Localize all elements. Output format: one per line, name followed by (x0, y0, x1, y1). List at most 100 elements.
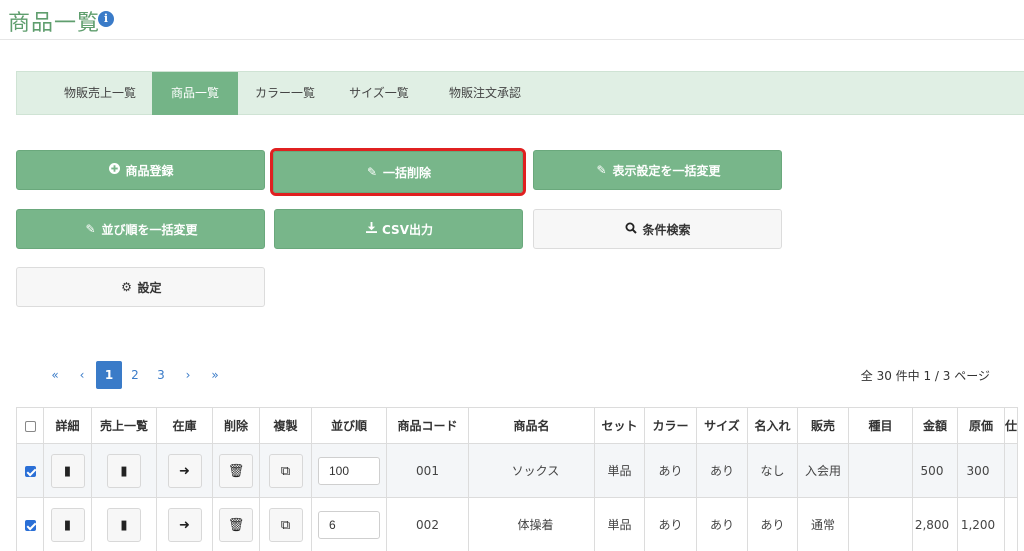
csv-export-label: CSV出力 (382, 222, 433, 237)
event-cell (848, 497, 913, 551)
tab-color-list[interactable]: カラー一覧 (243, 72, 327, 115)
bulk-delete-label: 一括削除 (382, 165, 431, 180)
download-icon (364, 222, 378, 236)
table-row: ▮ ▮ ➜ 🗑 ⧉ 001 ソックス 単品 あり あり なし 入会用 500 3… (16, 443, 1019, 498)
code-cell: 002 (386, 497, 469, 551)
column-header: カラー (644, 407, 697, 444)
stock-button[interactable]: ➜ (167, 453, 202, 488)
order-cell (311, 443, 387, 498)
bulk-order-change-button[interactable]: ✎ 並び順を一括変更 (16, 209, 265, 249)
arrow-right-icon: ➜ (179, 463, 190, 479)
detail-button[interactable]: ▮ (50, 453, 85, 488)
page-header: 商品一覧 i (0, 0, 1024, 40)
condition-search-button[interactable]: 条件検索 (533, 209, 782, 249)
gear-icon: ⚙ (121, 280, 132, 294)
info-icon[interactable]: i (98, 11, 114, 27)
column-header: セット (594, 407, 645, 444)
product-table: 詳細 売上一覧 在庫 削除 複製 並び順 商品コード 商品名 セット カラー サ… (16, 407, 1019, 551)
tab-sales-list[interactable]: 物販売上一覧 (45, 72, 155, 115)
sales-list-button[interactable]: ▮ (107, 453, 141, 488)
csv-export-button[interactable]: CSV出力 (274, 209, 523, 249)
sales-list-button[interactable]: ▮ (107, 507, 141, 542)
document-icon: ▮ (63, 463, 72, 479)
register-product-button[interactable]: 商品登録 (16, 150, 265, 190)
pencil-icon: ✎ (366, 165, 378, 179)
delete-button[interactable]: 🗑 (219, 453, 253, 488)
pagination-summary: 全 30 件中 1 / 3 ページ (860, 369, 990, 383)
page-title: 商品一覧 (8, 11, 101, 36)
column-header: 仕 (1003, 407, 1019, 444)
color-cell: あり (644, 443, 697, 498)
order-input[interactable] (318, 510, 380, 539)
row-checkbox[interactable] (24, 465, 36, 477)
bulk-order-change-label: 並び順を一括変更 (101, 222, 198, 237)
bulk-display-setting-button[interactable]: ✎ 表示設定を一括変更 (533, 150, 782, 190)
stock-cell: ➜ (156, 497, 213, 551)
trash-icon: 🗑 (227, 517, 245, 533)
column-header: 金額 (912, 407, 958, 444)
column-header: 原価 (957, 407, 1005, 444)
pagination-last[interactable]: » (202, 361, 228, 389)
table-row: ▮ ▮ ➜ 🗑 ⧉ 002 体操着 単品 あり あり あり 通常 2,800 1… (16, 497, 1019, 551)
pagination-next[interactable]: › (175, 361, 201, 389)
tab-order-approval[interactable]: 物販注文承認 (435, 72, 535, 115)
price-cell: 500 (912, 443, 958, 498)
sales-list-cell: ▮ (91, 497, 157, 551)
pagination-prev[interactable]: ‹ (69, 361, 95, 389)
stock-button[interactable]: ➜ (167, 507, 202, 542)
delete-cell: 🗑 (212, 497, 260, 551)
set-cell: 単品 (594, 443, 645, 498)
size-cell: あり (696, 443, 748, 498)
pagination-page-2[interactable]: 2 (122, 361, 148, 389)
tab-product-list[interactable]: 商品一覧 (152, 72, 238, 115)
copy-cell: ⧉ (259, 497, 312, 551)
sales-list-cell: ▮ (91, 443, 157, 498)
copy-icon: ⧉ (280, 463, 291, 479)
column-header: 詳細 (43, 407, 92, 444)
cost-cell: 300 (957, 443, 1005, 498)
color-cell: あり (644, 497, 697, 551)
column-header: 販売 (797, 407, 849, 444)
pencil-icon: ✎ (596, 163, 607, 177)
pagination-page-3[interactable]: 3 (148, 361, 174, 389)
column-header: 在庫 (156, 407, 213, 444)
document-icon: ▮ (120, 463, 128, 479)
sale-cell: 通常 (797, 497, 849, 551)
name-cell: 体操着 (468, 497, 595, 551)
search-icon (624, 222, 638, 237)
delete-cell: 🗑 (212, 443, 260, 498)
copy-icon: ⧉ (280, 517, 291, 533)
bulk-delete-button[interactable]: ✎ 一括削除 (270, 148, 526, 196)
pagination-first[interactable]: « (42, 361, 68, 389)
select-all-checkbox[interactable] (24, 420, 36, 432)
event-cell (848, 443, 913, 498)
condition-search-label: 条件検索 (642, 222, 691, 237)
column-header: 種目 (848, 407, 913, 444)
select-all-cell (16, 407, 44, 444)
naire-cell: なし (747, 443, 798, 498)
copy-cell: ⧉ (259, 443, 312, 498)
settings-button[interactable]: ⚙ 設定 (16, 267, 265, 307)
trash-icon: 🗑 (227, 463, 245, 479)
column-header: 商品名 (468, 407, 595, 444)
settings-label: 設定 (137, 280, 162, 295)
row-select-cell (16, 443, 44, 498)
cost-cell: 1,200 (957, 497, 1005, 551)
size-cell: あり (696, 497, 748, 551)
extra-cell (1003, 443, 1019, 498)
stock-cell: ➜ (156, 443, 213, 498)
copy-button[interactable]: ⧉ (268, 453, 303, 488)
tab-size-list[interactable]: サイズ一覧 (337, 72, 421, 115)
pagination-page-1[interactable]: 1 (96, 361, 122, 389)
column-header: 名入れ (747, 407, 798, 444)
table-header-row: 詳細 売上一覧 在庫 削除 複製 並び順 商品コード 商品名 セット カラー サ… (16, 407, 1019, 444)
order-input[interactable] (318, 456, 380, 485)
delete-button[interactable]: 🗑 (219, 507, 253, 542)
arrow-right-icon: ➜ (179, 517, 190, 533)
naire-cell: あり (747, 497, 798, 551)
row-checkbox[interactable] (24, 519, 36, 531)
copy-button[interactable]: ⧉ (268, 507, 303, 542)
set-cell: 単品 (594, 497, 645, 551)
column-header: 売上一覧 (91, 407, 157, 444)
detail-button[interactable]: ▮ (50, 507, 85, 542)
